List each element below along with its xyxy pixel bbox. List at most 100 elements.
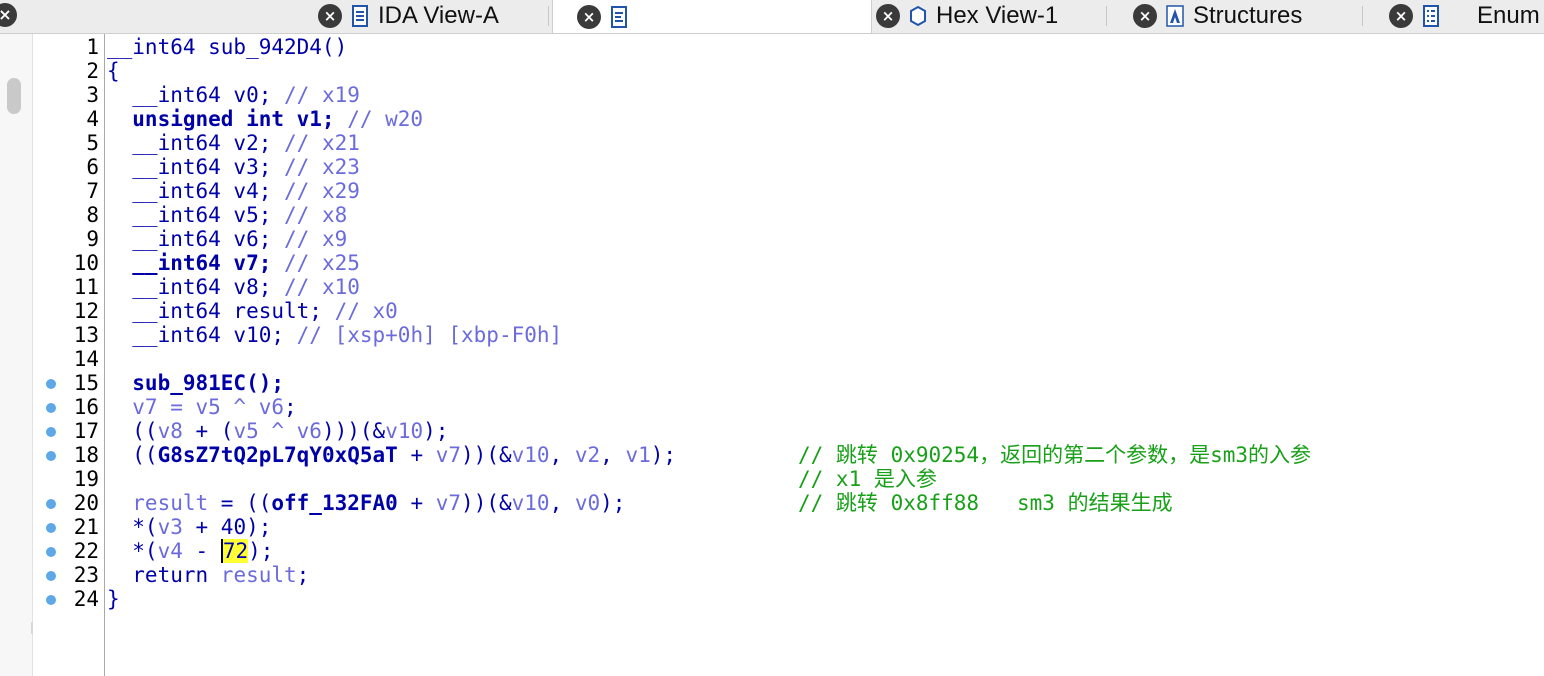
code-token[interactable]: *( [107, 515, 157, 539]
tab-ida-view-a[interactable]: × IDA View-A [318, 0, 499, 31]
code-token[interactable]: // x23 [284, 155, 360, 179]
code-token[interactable]: ))(& [461, 491, 512, 515]
code-token[interactable]: v7 = v5 ^ v6 [107, 395, 284, 419]
code-line[interactable]: 18 ((G8sZ7tQ2pL7qY0xQ5aT + v7))(&v10, v2… [33, 443, 1544, 467]
code-line[interactable]: 12 __int64 result; // x0 [33, 299, 1544, 323]
code-token[interactable]: , [550, 491, 575, 515]
code-token[interactable]: ; [284, 395, 297, 419]
code-text[interactable]: result = ((off_132FA0 + v7))(&v10, v0); [107, 491, 625, 515]
code-text[interactable]: ((v8 + (v5 ^ v6)))(&v10); [107, 419, 448, 443]
highlighted-token[interactable]: 72 [220, 539, 249, 563]
code-token[interactable]: , [550, 443, 575, 467]
code-text[interactable]: __int64 v4; // x29 [107, 179, 360, 203]
code-token[interactable]: + ( [183, 419, 234, 443]
code-token[interactable]: v1 [625, 443, 650, 467]
code-line[interactable]: 3 __int64 v0; // x19 [33, 83, 1544, 107]
code-token[interactable]: v10 [385, 419, 423, 443]
code-comment[interactable]: // 跳转 0x90254，返回的第二个参数，是sm3的入参 [798, 443, 1311, 467]
code-token[interactable]: // x29 [284, 179, 360, 203]
code-comment[interactable]: // x1 是入参 [798, 467, 937, 491]
code-token[interactable]: // x0 [335, 299, 398, 323]
code-line[interactable]: 24} [33, 587, 1544, 611]
code-token[interactable]: // x10 [284, 275, 360, 299]
code-token[interactable]: return [107, 563, 221, 587]
tab-close-icon[interactable]: × [1389, 3, 1413, 28]
pseudocode-editor[interactable]: 1 __int64 sub_942D4() 2{3 __int64 v0; // x… [33, 34, 1544, 676]
tab-close-icon[interactable]: × [577, 4, 601, 29]
code-text[interactable]: unsigned int v1; // w20 [107, 107, 423, 131]
code-line[interactable]: 19 // x1 是入参 [33, 467, 1544, 491]
code-line[interactable]: 11 __int64 v8; // x10 [33, 275, 1544, 299]
code-text[interactable]: __int64 v10; // [xsp+0h] [xbp-F0h] [107, 323, 562, 347]
code-token[interactable]: (( [107, 419, 157, 443]
code-text[interactable]: *(v4 - 72); [107, 539, 273, 563]
code-token[interactable]: __int64 v3; [107, 155, 284, 179]
code-token[interactable]: v5 ^ v6 [233, 419, 322, 443]
code-token[interactable]: = (( [208, 491, 272, 515]
code-token[interactable]: ); [600, 491, 625, 515]
code-line[interactable]: 16 v7 = v5 ^ v6; [33, 395, 1544, 419]
breakpoint-dot-icon[interactable] [46, 523, 56, 533]
code-text[interactable]: __int64 result; // x0 [107, 299, 398, 323]
tab-pseudocode[interactable]: × [552, 0, 872, 33]
code-token[interactable]: { [107, 59, 120, 83]
breakpoint-dot-icon[interactable] [46, 379, 56, 389]
tab-structures[interactable]: × Structures [1133, 0, 1302, 31]
code-token[interactable]: *( [107, 539, 157, 563]
scrollbar-thumb[interactable] [7, 78, 21, 114]
code-token[interactable]: v2 [575, 443, 600, 467]
tab-close-icon[interactable]: × [876, 3, 900, 28]
code-token[interactable]: ); [423, 419, 448, 443]
code-line[interactable]: 9 __int64 v6; // x9 [33, 227, 1544, 251]
code-token[interactable]: + [398, 491, 436, 515]
code-token[interactable]: + 40); [183, 515, 272, 539]
code-token[interactable]: ))(& [461, 443, 512, 467]
code-line[interactable]: 5 __int64 v2; // x21 [33, 131, 1544, 155]
code-token[interactable]: // [xsp+0h] [xbp-F0h] [297, 323, 563, 347]
code-line[interactable]: 4 unsigned int v1; // w20 [33, 107, 1544, 131]
code-text[interactable]: ((G8sZ7tQ2pL7qY0xQ5aT + v7))(&v10, v2, v… [107, 443, 676, 467]
breakpoint-dot-icon[interactable] [46, 547, 56, 557]
code-text[interactable]: __int64 v0; // x19 [107, 83, 360, 107]
breakpoint-dot-icon[interactable] [46, 595, 56, 605]
code-token[interactable]: , [600, 443, 625, 467]
code-token[interactable]: __int64 sub_942D4() [107, 35, 347, 59]
code-token[interactable]: __int64 v8; [107, 275, 284, 299]
code-line[interactable]: 8 __int64 v5; // x8 [33, 203, 1544, 227]
code-token[interactable]: __int64 v7; [107, 251, 284, 275]
code-token[interactable]: - [183, 539, 221, 563]
close-icon[interactable]: × [0, 3, 17, 27]
code-line[interactable]: 15 sub_981EC(); [33, 371, 1544, 395]
code-token[interactable]: // x21 [284, 131, 360, 155]
code-token[interactable]: ); [651, 443, 676, 467]
code-token[interactable]: __int64 result; [107, 299, 335, 323]
code-text[interactable]: sub_981EC(); [107, 371, 284, 395]
code-token[interactable]: v8 [158, 419, 183, 443]
code-token[interactable]: (( [107, 443, 157, 467]
code-token[interactable]: // w20 [347, 107, 423, 131]
code-text[interactable]: return result; [107, 563, 309, 587]
code-token[interactable]: v7 [436, 443, 461, 467]
code-text[interactable]: __int64 v6; // x9 [107, 227, 347, 251]
code-token[interactable]: sub_981EC(); [107, 371, 284, 395]
code-line[interactable]: 22 *(v4 - 72); [33, 539, 1544, 563]
code-token[interactable]: v7 [436, 491, 461, 515]
code-token[interactable]: result [221, 563, 297, 587]
code-text[interactable]: __int64 v2; // x21 [107, 131, 360, 155]
breakpoint-dot-icon[interactable] [46, 427, 56, 437]
code-token[interactable]: __int64 v4; [107, 179, 284, 203]
code-line[interactable]: 17 ((v8 + (v5 ^ v6)))(&v10); [33, 419, 1544, 443]
tab-close-icon[interactable]: × [318, 3, 342, 28]
code-line[interactable]: 23 return result; [33, 563, 1544, 587]
code-token[interactable]: // x9 [284, 227, 347, 251]
code-token[interactable]: v4 [158, 539, 183, 563]
code-text[interactable]: v7 = v5 ^ v6; [107, 395, 297, 419]
tab-close-icon[interactable]: × [1133, 3, 1157, 28]
code-text[interactable]: __int64 sub_942D4() [107, 35, 347, 59]
code-text[interactable]: *(v3 + 40); [107, 515, 271, 539]
breakpoint-dot-icon[interactable] [46, 403, 56, 413]
breakpoint-dot-icon[interactable] [46, 451, 56, 461]
code-token[interactable]: result [107, 491, 208, 515]
code-line[interactable]: 21 *(v3 + 40); [33, 515, 1544, 539]
code-token[interactable]: unsigned int v1; [107, 107, 347, 131]
